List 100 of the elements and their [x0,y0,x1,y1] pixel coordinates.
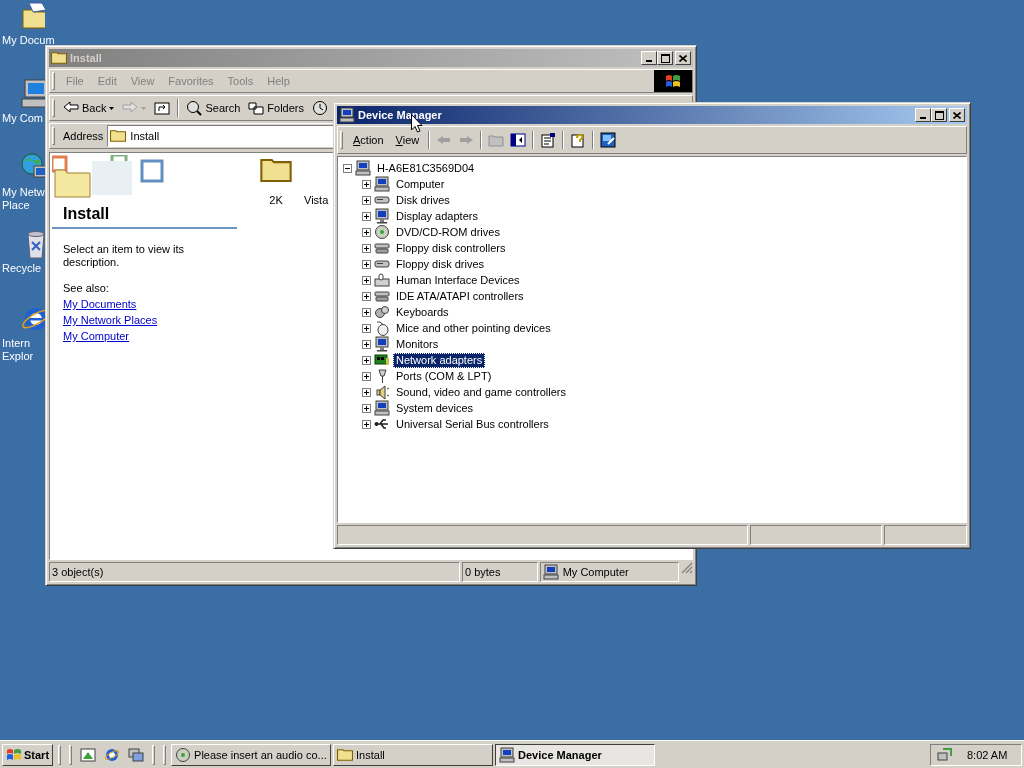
maximize-icon [934,110,944,120]
folder-label[interactable]: Vista [304,194,329,206]
computer-icon [374,176,390,192]
tree-item[interactable]: Universal Serial Bus controllers [393,416,552,432]
expand-icon[interactable] [362,323,371,333]
menu-item[interactable]: View [389,134,426,146]
tree-item[interactable]: H-A6E81C3569D04 [374,160,478,176]
tree-item[interactable]: Disk drives [393,192,453,208]
tree-item[interactable]: Computer [393,176,448,192]
expand-icon[interactable] [362,243,371,253]
expand-icon[interactable] [362,195,371,205]
tree-item[interactable]: Monitors [393,336,442,352]
tree-item[interactable]: Sound, video and game controllers [393,384,569,400]
disc-icon [374,224,390,240]
tree-item[interactable]: Floppy disk controllers [393,240,509,256]
tree-item[interactable]: IDE ATA/ATAPI controllers [393,288,527,304]
expand-icon[interactable] [362,291,371,301]
computer-icon [374,400,390,416]
computer-icon [339,107,355,123]
folders-icon [248,100,265,116]
monitor-icon [374,208,390,224]
tree-item[interactable]: Ports (COM & LPT) [393,368,495,384]
properties-icon [540,132,557,148]
see-also-label: See also: [62,281,110,296]
search-icon [186,100,203,116]
link[interactable]: My Documents [63,298,137,314]
close-button[interactable] [675,51,691,65]
icon-label: My Docum [2,34,55,47]
maximize-button[interactable] [931,108,947,122]
up-icon [154,100,171,116]
caret-icon [109,106,115,110]
status-text: 0 bytes [465,566,501,578]
description-text: Select an item to view its description. [62,242,186,269]
clock: 8:02 AM [967,748,1008,761]
close-icon [953,111,961,119]
taskbar-button[interactable]: Install [333,743,494,766]
show-desktop-icon [80,746,97,763]
monitor-icon [374,336,390,352]
help-icon [570,132,587,148]
disc-icon [175,746,192,763]
scan-hardware-icon [600,132,617,148]
expand-icon[interactable] [362,419,371,429]
expand-icon[interactable] [362,227,371,237]
tree-item[interactable]: Display adapters [393,208,481,224]
search-button[interactable]: Search [182,97,245,119]
folder-icon [110,130,127,142]
back-button[interactable]: Back [59,97,119,119]
panel-title: Install [62,204,111,224]
tree-item[interactable]: Human Interface Devices [393,272,523,288]
icon-label: Recycle [2,262,42,275]
icon-label: My Netw [2,186,45,199]
folders-button[interactable]: Folders [244,97,308,119]
expand-icon[interactable] [362,355,371,365]
address-text: Install [130,130,160,142]
expand-icon[interactable] [362,371,371,381]
console-tree-icon [510,132,527,148]
computer-icon [355,160,371,176]
collapse-icon[interactable] [343,163,352,173]
folder-icon [337,748,354,761]
start-button[interactable]: Start [2,743,54,766]
taskbar-button[interactable]: Please insert an audio co... [171,743,332,766]
tree-item[interactable]: System devices [393,400,477,416]
caret-icon [141,106,147,110]
expand-icon[interactable] [362,403,371,413]
folder-label[interactable]: 2K [269,194,283,206]
minimize-button[interactable] [915,108,931,122]
expand-icon[interactable] [362,339,371,349]
resize-grip-icon [681,562,693,574]
maximize-icon [660,53,670,63]
menu-item[interactable]: Action [347,134,390,146]
expand-icon[interactable] [362,307,371,317]
controller-icon [374,240,390,256]
close-icon [679,54,687,62]
link[interactable]: My Computer [63,330,130,346]
icon-label: Place [2,199,30,212]
tree-item[interactable]: Keyboards [393,304,452,320]
network-card-icon [374,352,390,368]
status-text: My Computer [562,566,629,578]
tree-item[interactable]: Floppy disk drives [393,256,488,272]
network-status-icon[interactable] [937,746,953,763]
mouse-icon [374,320,390,336]
tree-item[interactable]: Mice and other pointing devices [393,320,554,336]
icon-label: Intern [2,337,31,350]
controller-icon [374,288,390,304]
minimize-button[interactable] [641,51,657,65]
expand-icon[interactable] [362,259,371,269]
maximize-button[interactable] [657,51,673,65]
expand-icon[interactable] [362,275,371,285]
channels-icon [128,746,145,763]
tree-item[interactable]: Network adapters [393,352,486,368]
expand-icon[interactable] [362,179,371,189]
close-button[interactable] [949,108,965,122]
tree-item[interactable]: DVD/CD-ROM drives [393,224,503,240]
expand-icon[interactable] [362,211,371,221]
my-documents-icon[interactable] [20,0,45,32]
expand-icon[interactable] [362,387,371,397]
taskbar-button[interactable]: Device Manager [495,743,656,766]
link[interactable]: My Network Places [63,314,158,330]
window-title: Install [70,52,102,64]
computer-icon [499,746,516,763]
